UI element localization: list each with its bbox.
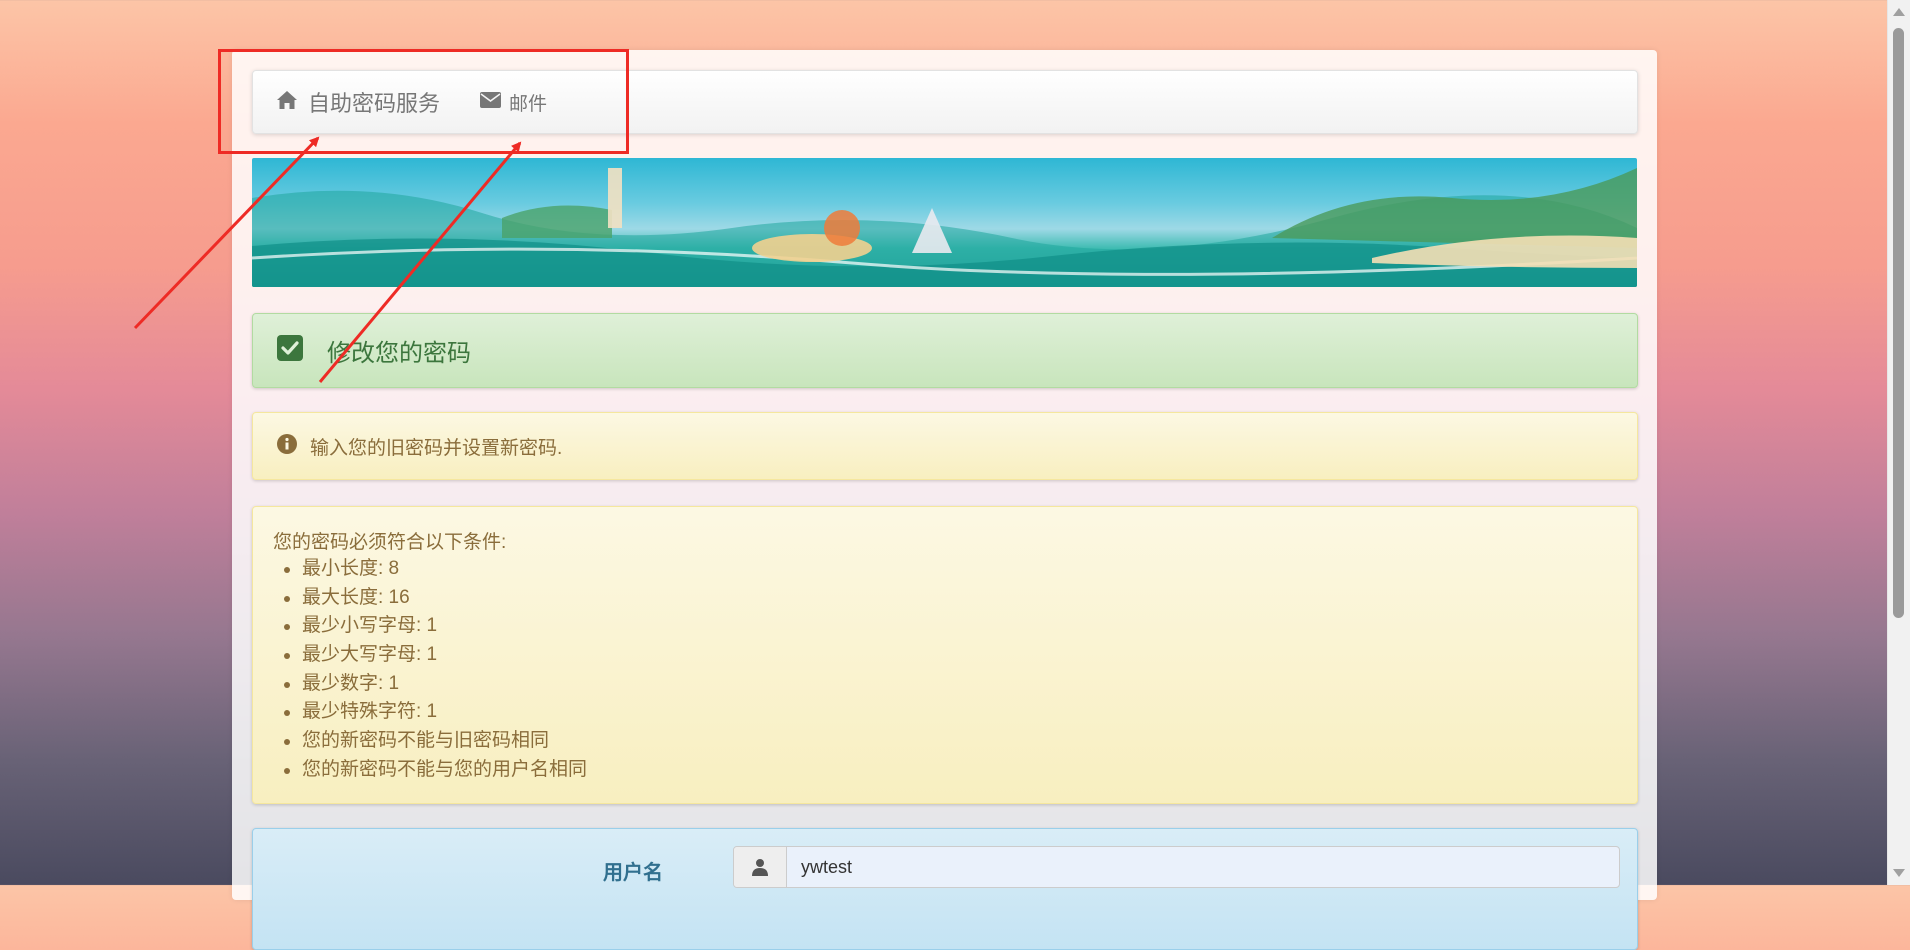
envelope-icon <box>480 91 502 113</box>
policy-item: 最大长度: 16 <box>283 584 587 613</box>
top-navbar: 自助密码服务 邮件 <box>252 70 1638 134</box>
home-icon <box>276 90 298 115</box>
policy-list: 最小长度: 8 最大长度: 16 最少小写字母: 1 最少大写字母: 1 最少数… <box>273 555 587 785</box>
policy-item: 您的新密码不能与您的用户名相同 <box>283 756 587 785</box>
home-nav-link[interactable]: 自助密码服务 <box>276 86 440 118</box>
policy-item: 您的新密码不能与旧密码相同 <box>283 727 587 756</box>
home-nav-label: 自助密码服务 <box>308 91 441 116</box>
instruction-text: 输入您的旧密码并设置新密码. <box>310 437 563 459</box>
policy-heading: 您的密码必须符合以下条件: <box>273 532 507 553</box>
password-change-form: 用户名 <box>252 828 1638 950</box>
policy-item: 最少大写字母: 1 <box>283 641 587 670</box>
scroll-down-icon[interactable] <box>1893 869 1905 877</box>
page-scrollbar[interactable] <box>1887 0 1910 885</box>
main-container: 自助密码服务 邮件 修改您的密码 输入您的旧密码并设置新密码. 您的密码必须符合… <box>232 50 1657 950</box>
username-input[interactable] <box>787 847 1619 887</box>
scrollbar-thumb[interactable] <box>1893 28 1904 618</box>
instruction-alert: 输入您的旧密码并设置新密码. <box>252 412 1638 480</box>
mail-nav-label: 邮件 <box>509 93 548 115</box>
mail-nav-link[interactable]: 邮件 <box>480 89 547 116</box>
password-policy: 您的密码必须符合以下条件: 最小长度: 8 最大长度: 16 最少小写字母: 1… <box>252 506 1638 804</box>
decorative-banner <box>252 158 1637 287</box>
username-input-group <box>733 846 1620 888</box>
policy-item: 最少数字: 1 <box>283 670 587 699</box>
scroll-up-icon[interactable] <box>1893 8 1905 16</box>
policy-item: 最小长度: 8 <box>283 555 587 584</box>
user-icon <box>734 847 787 887</box>
change-password-header: 修改您的密码 <box>252 313 1638 388</box>
username-label: 用户名 <box>603 862 663 884</box>
policy-item: 最少特殊字符: 1 <box>283 698 587 727</box>
checkbox-icon <box>277 335 303 366</box>
policy-item: 最少小写字母: 1 <box>283 612 587 641</box>
info-circle-icon <box>277 433 297 459</box>
page-title: 修改您的密码 <box>327 340 471 367</box>
